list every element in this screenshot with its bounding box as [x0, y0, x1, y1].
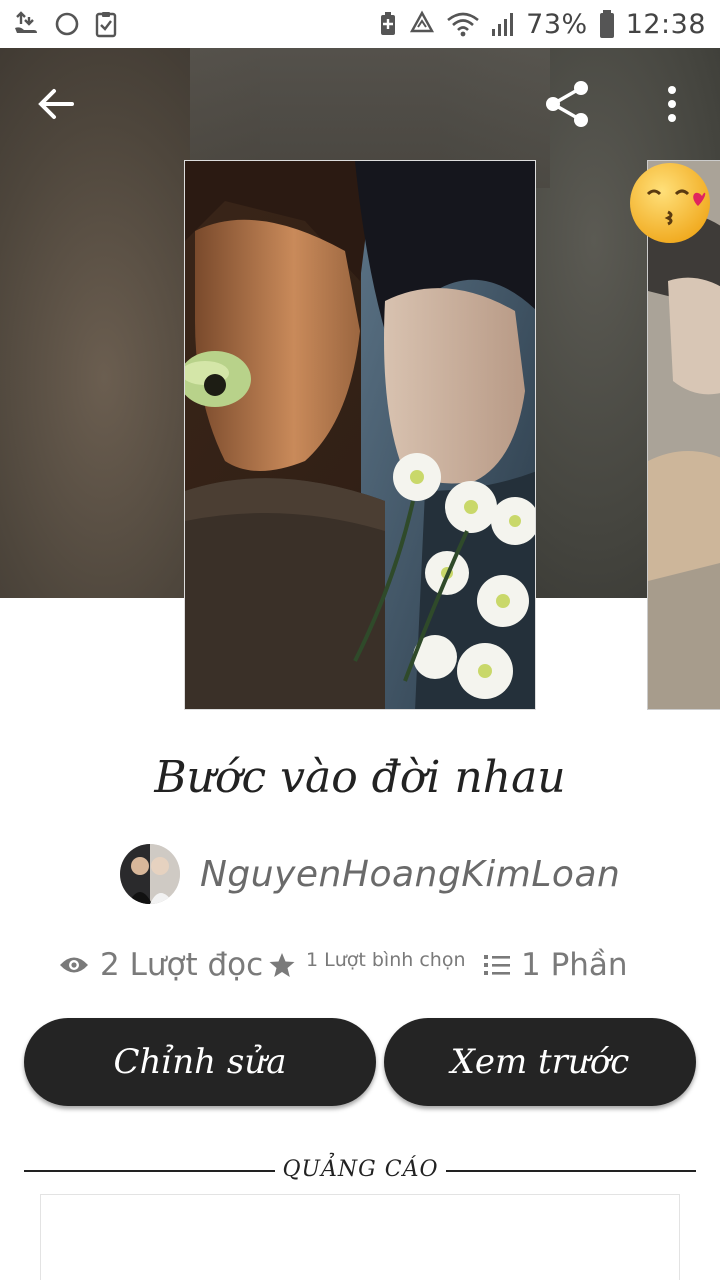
- eye-icon: [60, 957, 88, 973]
- author-avatar[interactable]: [120, 844, 180, 904]
- signal-icon: [490, 10, 516, 38]
- author-link[interactable]: NguyenHoangKimLoan: [120, 843, 620, 905]
- back-arrow-icon: [38, 89, 74, 119]
- author-name[interactable]: NguyenHoangKimLoan: [200, 854, 620, 895]
- wifi-icon: [446, 10, 480, 38]
- story-cover-image[interactable]: [184, 160, 536, 710]
- reads-stat: 2 Lượt đọc: [58, 947, 268, 983]
- ad-container[interactable]: [40, 1194, 680, 1280]
- votes-count: 1 Lượt bình chọn: [306, 949, 466, 971]
- status-bar: 73% 12:38: [0, 0, 720, 48]
- ad-divider-left: [24, 1170, 275, 1172]
- parts-count: 1 Phần: [521, 947, 628, 983]
- battery-saver-icon: [378, 10, 398, 38]
- preview-button[interactable]: Xem trước: [384, 1018, 696, 1106]
- battery-icon: [598, 9, 616, 39]
- star-icon: [269, 953, 295, 977]
- more-options-button[interactable]: [650, 80, 694, 128]
- votes-stat: 1 Lượt bình chọn: [268, 949, 483, 979]
- story-title: Bước vào đời nhau: [154, 752, 566, 803]
- ad-divider-right: [446, 1170, 696, 1172]
- parts-stat: 1 Phần: [483, 947, 673, 983]
- clipboard-check-icon: [94, 10, 118, 38]
- list-icon: [484, 955, 510, 975]
- share-button[interactable]: [540, 76, 596, 132]
- edit-button[interactable]: Chỉnh sửa: [24, 1018, 376, 1106]
- clock: 12:38: [625, 8, 706, 40]
- story-stats: 2 Lượt đọc 1 Lượt bình chọn 1 Phần: [58, 940, 678, 990]
- ad-label: QUẢNG CÁO: [282, 1157, 439, 1182]
- kiss-emoji-icon: [626, 160, 718, 246]
- usb-debug-icon: [12, 10, 40, 38]
- back-button[interactable]: [28, 80, 84, 128]
- battery-percent: 73%: [526, 8, 588, 40]
- more-vertical-icon: [668, 86, 676, 122]
- recycle-icon: [408, 10, 436, 38]
- share-icon: [546, 81, 588, 127]
- reads-count: 2 Lượt đọc: [100, 947, 264, 983]
- circle-icon: [54, 11, 80, 37]
